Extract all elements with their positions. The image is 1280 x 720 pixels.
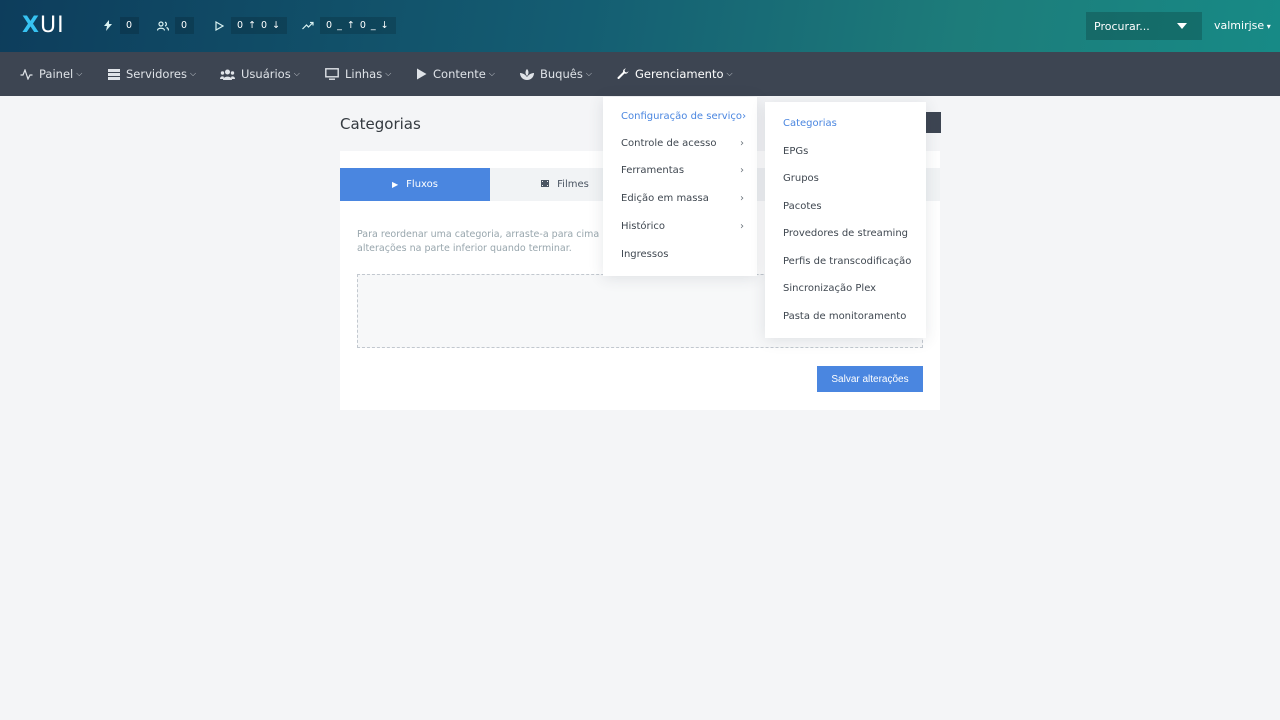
user-menu[interactable]: valmirjse ▾ (1214, 19, 1271, 32)
page-title: Categorias (340, 115, 421, 133)
stat-connections: 0 (102, 16, 140, 35)
chevron-down-icon: ⌵ (189, 69, 197, 78)
menu-item-bulk-edit[interactable]: Edição em massa (621, 193, 709, 204)
chevron-down-icon (1177, 23, 1187, 29)
bolt-icon (102, 20, 114, 32)
chevron-down-icon: ⌵ (385, 69, 392, 78)
chevron-down-icon: ⌵ (76, 69, 83, 78)
save-changes-button[interactable]: Salvar alterações (817, 366, 923, 392)
wrench-icon (617, 68, 629, 80)
chevron-right-icon: › (740, 193, 744, 204)
service-config-submenu: Categorias EPGs Grupos Pacotes Provedore… (765, 102, 926, 338)
nav-item-servidores[interactable]: Servidores ⌵ (108, 52, 196, 96)
submenu-item-transcode-profiles[interactable]: Perfis de transcodificação (783, 256, 911, 267)
trend-icon (302, 20, 314, 32)
chevron-down-icon: ⌵ (726, 69, 733, 78)
stat-streams: 0 ↑ 0 ↓ (213, 16, 288, 35)
chevron-down-icon: ⌵ (585, 69, 592, 78)
nav-item-usuarios[interactable]: Usuários ⌵ (220, 52, 300, 96)
nav-item-linhas[interactable]: Linhas ⌵ (325, 52, 391, 96)
bouquet-icon (520, 68, 534, 80)
monitor-icon (325, 68, 339, 80)
top-bar: XUI 0 0 0 ↑ 0 ↓ 0 _ ↑ 0 _ ↓ Procurar... … (0, 0, 1280, 52)
play-icon (213, 20, 225, 32)
menu-item-tools[interactable]: Ferramentas (621, 165, 684, 176)
main-nav: Painel ⌵ Servidores ⌵ Usuários ⌵ Linhas ⌵ Co… (0, 52, 1280, 96)
nav-item-contente[interactable]: Contente ⌵ (416, 52, 495, 96)
submenu-item-watch-folder[interactable]: Pasta de monitoramento (783, 311, 906, 322)
app-logo[interactable]: XUI (22, 13, 65, 38)
nav-item-buques[interactable]: Buquês ⌵ (520, 52, 592, 96)
management-dropdown: Configuração de serviço› Controle de ace… (603, 97, 757, 276)
stat-users: 0 (157, 16, 195, 35)
chevron-right-icon: › (740, 138, 744, 149)
play-icon: ▶ (392, 180, 399, 189)
chevron-down-icon: ⌵ (293, 69, 300, 78)
chevron-right-icon: › (740, 165, 744, 176)
tab-fluxos[interactable]: ▶ Fluxos (340, 168, 490, 201)
chevron-right-icon: › (740, 221, 744, 232)
submenu-item-epgs[interactable]: EPGs (783, 146, 808, 157)
play-icon (416, 68, 427, 80)
film-icon (541, 180, 550, 189)
submenu-item-streaming-providers[interactable]: Provedores de streaming (783, 228, 908, 239)
menu-item-service-config[interactable]: Configuração de serviço› (621, 111, 746, 122)
stat-bandwidth: 0 _ ↑ 0 _ ↓ (302, 16, 396, 35)
users-icon (157, 20, 169, 32)
server-icon (108, 68, 120, 80)
page-action-button[interactable] (925, 112, 941, 133)
submenu-item-categories[interactable]: Categorias (783, 118, 837, 129)
search-select[interactable]: Procurar... (1086, 12, 1202, 40)
chevron-down-icon: ⌵ (488, 69, 495, 78)
help-text: Para reordenar uma categoria, arraste-a … (357, 229, 600, 254)
nav-item-painel[interactable]: Painel ⌵ (20, 52, 82, 96)
nav-item-gerenciamento[interactable]: Gerenciamento ⌵ (617, 52, 733, 96)
activity-icon (20, 68, 33, 80)
users-icon (220, 69, 235, 80)
submenu-item-plex-sync[interactable]: Sincronização Plex (783, 283, 876, 294)
menu-item-tickets[interactable]: Ingressos (621, 249, 668, 260)
submenu-item-packages[interactable]: Pacotes (783, 201, 822, 212)
menu-item-history[interactable]: Histórico (621, 221, 665, 232)
menu-item-access-control[interactable]: Controle de acesso (621, 138, 716, 149)
submenu-item-groups[interactable]: Grupos (783, 173, 819, 184)
